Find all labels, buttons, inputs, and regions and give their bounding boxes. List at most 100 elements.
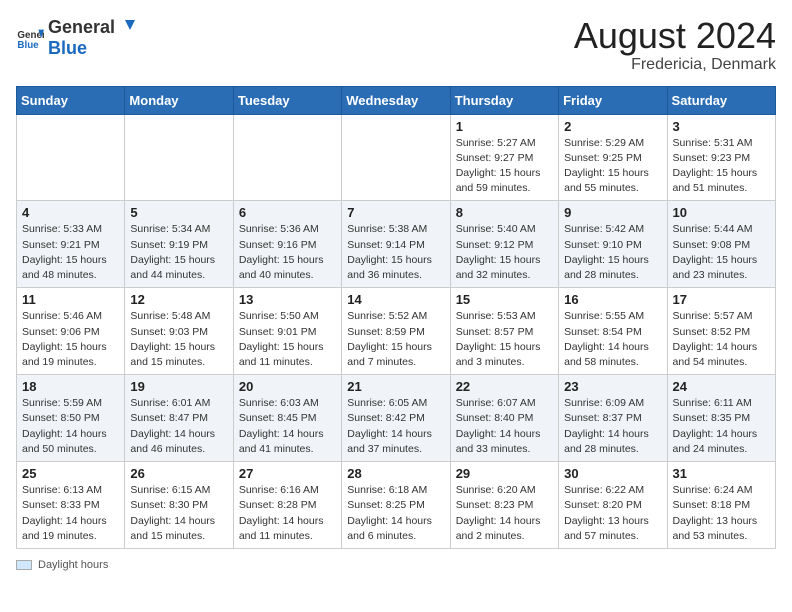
day-info: Sunrise: 5:59 AM Sunset: 8:50 PM Dayligh… <box>22 396 119 457</box>
day-info: Sunrise: 6:11 AM Sunset: 8:35 PM Dayligh… <box>673 396 770 457</box>
table-row: 2 Sunrise: 5:29 AM Sunset: 9:25 PM Daylig… <box>559 114 667 201</box>
day-info: Sunrise: 5:33 AM Sunset: 9:21 PM Dayligh… <box>22 222 119 283</box>
day-number: 2 <box>564 119 661 134</box>
table-row: 20 Sunrise: 6:03 AM Sunset: 8:45 PM Dayli… <box>233 375 341 462</box>
legend-box <box>16 560 32 570</box>
day-number: 31 <box>673 466 770 481</box>
col-monday: Monday <box>125 86 233 114</box>
footer: Daylight hours <box>16 559 776 571</box>
calendar-week-row: 18 Sunrise: 5:59 AM Sunset: 8:50 PM Dayli… <box>17 375 776 462</box>
page-title: August 2024 <box>574 16 776 56</box>
page-header: General Blue General Blue August 2024 Fr… <box>16 16 776 74</box>
calendar-week-row: 25 Sunrise: 6:13 AM Sunset: 8:33 PM Dayli… <box>17 462 776 549</box>
day-info: Sunrise: 5:27 AM Sunset: 9:27 PM Dayligh… <box>456 136 553 197</box>
calendar-week-row: 4 Sunrise: 5:33 AM Sunset: 9:21 PM Daylig… <box>17 201 776 288</box>
day-number: 4 <box>22 205 119 220</box>
table-row <box>17 114 125 201</box>
calendar-week-row: 1Sunrise: 5:27 AM Sunset: 9:27 PM Daylig… <box>17 114 776 201</box>
logo-blue-text: Blue <box>48 38 87 58</box>
table-row: 6 Sunrise: 5:36 AM Sunset: 9:16 PM Daylig… <box>233 201 341 288</box>
day-number: 29 <box>456 466 553 481</box>
day-number: 5 <box>130 205 227 220</box>
table-row <box>125 114 233 201</box>
table-row: 31 Sunrise: 6:24 AM Sunset: 8:18 PM Dayli… <box>667 462 775 549</box>
day-info: Sunrise: 6:01 AM Sunset: 8:47 PM Dayligh… <box>130 396 227 457</box>
logo: General Blue General Blue <box>16 16 137 59</box>
day-info: Sunrise: 5:48 AM Sunset: 9:03 PM Dayligh… <box>130 309 227 370</box>
day-info: Sunrise: 6:16 AM Sunset: 8:28 PM Dayligh… <box>239 483 336 544</box>
day-number: 18 <box>22 379 119 394</box>
day-number: 21 <box>347 379 444 394</box>
table-row: 4 Sunrise: 5:33 AM Sunset: 9:21 PM Daylig… <box>17 201 125 288</box>
page-subtitle: Fredericia, Denmark <box>574 56 776 74</box>
day-info: Sunrise: 6:05 AM Sunset: 8:42 PM Dayligh… <box>347 396 444 457</box>
table-row: 13 Sunrise: 5:50 AM Sunset: 9:01 PM Dayli… <box>233 288 341 375</box>
table-row: 22Sunrise: 6:07 AM Sunset: 8:40 PM Dayli… <box>450 375 558 462</box>
table-row: 28Sunrise: 6:18 AM Sunset: 8:25 PM Dayli… <box>342 462 450 549</box>
col-friday: Friday <box>559 86 667 114</box>
table-row: 14 Sunrise: 5:52 AM Sunset: 8:59 PM Dayli… <box>342 288 450 375</box>
day-number: 7 <box>347 205 444 220</box>
day-number: 14 <box>347 292 444 307</box>
day-info: Sunrise: 6:07 AM Sunset: 8:40 PM Dayligh… <box>456 396 553 457</box>
calendar-table: Sunday Monday Tuesday Wednesday Thursday… <box>16 86 776 549</box>
day-info: Sunrise: 5:52 AM Sunset: 8:59 PM Dayligh… <box>347 309 444 370</box>
table-row: 29 Sunrise: 6:20 AM Sunset: 8:23 PM Dayli… <box>450 462 558 549</box>
day-info: Sunrise: 6:24 AM Sunset: 8:18 PM Dayligh… <box>673 483 770 544</box>
day-info: Sunrise: 6:15 AM Sunset: 8:30 PM Dayligh… <box>130 483 227 544</box>
table-row: 10Sunrise: 5:44 AM Sunset: 9:08 PM Dayli… <box>667 201 775 288</box>
day-info: Sunrise: 5:53 AM Sunset: 8:57 PM Dayligh… <box>456 309 553 370</box>
day-number: 27 <box>239 466 336 481</box>
table-row: 18 Sunrise: 5:59 AM Sunset: 8:50 PM Dayli… <box>17 375 125 462</box>
day-number: 6 <box>239 205 336 220</box>
table-row: 11Sunrise: 5:46 AM Sunset: 9:06 PM Dayli… <box>17 288 125 375</box>
table-row: 25 Sunrise: 6:13 AM Sunset: 8:33 PM Dayli… <box>17 462 125 549</box>
table-row: 15Sunrise: 5:53 AM Sunset: 8:57 PM Dayli… <box>450 288 558 375</box>
calendar-header-row: Sunday Monday Tuesday Wednesday Thursday… <box>17 86 776 114</box>
day-number: 13 <box>239 292 336 307</box>
day-info: Sunrise: 5:55 AM Sunset: 8:54 PM Dayligh… <box>564 309 661 370</box>
day-info: Sunrise: 5:34 AM Sunset: 9:19 PM Dayligh… <box>130 222 227 283</box>
day-number: 3 <box>673 119 770 134</box>
table-row: 23Sunrise: 6:09 AM Sunset: 8:37 PM Dayli… <box>559 375 667 462</box>
day-info: Sunrise: 6:13 AM Sunset: 8:33 PM Dayligh… <box>22 483 119 544</box>
calendar-week-row: 11Sunrise: 5:46 AM Sunset: 9:06 PM Dayli… <box>17 288 776 375</box>
day-info: Sunrise: 6:03 AM Sunset: 8:45 PM Dayligh… <box>239 396 336 457</box>
day-number: 24 <box>673 379 770 394</box>
col-thursday: Thursday <box>450 86 558 114</box>
table-row: 17Sunrise: 5:57 AM Sunset: 8:52 PM Dayli… <box>667 288 775 375</box>
day-number: 10 <box>673 205 770 220</box>
table-row: 8 Sunrise: 5:40 AM Sunset: 9:12 PM Daylig… <box>450 201 558 288</box>
day-info: Sunrise: 5:50 AM Sunset: 9:01 PM Dayligh… <box>239 309 336 370</box>
day-info: Sunrise: 5:36 AM Sunset: 9:16 PM Dayligh… <box>239 222 336 283</box>
table-row: 3Sunrise: 5:31 AM Sunset: 9:23 PM Daylig… <box>667 114 775 201</box>
day-number: 26 <box>130 466 227 481</box>
table-row: 30 Sunrise: 6:22 AM Sunset: 8:20 PM Dayli… <box>559 462 667 549</box>
logo-wave-icon <box>115 16 137 38</box>
col-tuesday: Tuesday <box>233 86 341 114</box>
table-row <box>233 114 341 201</box>
day-info: Sunrise: 5:38 AM Sunset: 9:14 PM Dayligh… <box>347 222 444 283</box>
day-number: 28 <box>347 466 444 481</box>
day-number: 20 <box>239 379 336 394</box>
day-number: 11 <box>22 292 119 307</box>
title-block: August 2024 Fredericia, Denmark <box>574 16 776 74</box>
day-number: 30 <box>564 466 661 481</box>
day-number: 17 <box>673 292 770 307</box>
svg-text:Blue: Blue <box>17 39 39 50</box>
table-row: 9Sunrise: 5:42 AM Sunset: 9:10 PM Daylig… <box>559 201 667 288</box>
day-info: Sunrise: 6:20 AM Sunset: 8:23 PM Dayligh… <box>456 483 553 544</box>
day-number: 16 <box>564 292 661 307</box>
table-row: 1Sunrise: 5:27 AM Sunset: 9:27 PM Daylig… <box>450 114 558 201</box>
day-number: 12 <box>130 292 227 307</box>
day-info: Sunrise: 6:22 AM Sunset: 8:20 PM Dayligh… <box>564 483 661 544</box>
day-info: Sunrise: 5:40 AM Sunset: 9:12 PM Dayligh… <box>456 222 553 283</box>
day-number: 8 <box>456 205 553 220</box>
col-saturday: Saturday <box>667 86 775 114</box>
day-info: Sunrise: 5:29 AM Sunset: 9:25 PM Dayligh… <box>564 136 661 197</box>
day-info: Sunrise: 6:09 AM Sunset: 8:37 PM Dayligh… <box>564 396 661 457</box>
table-row: 27 Sunrise: 6:16 AM Sunset: 8:28 PM Dayli… <box>233 462 341 549</box>
day-number: 25 <box>22 466 119 481</box>
logo-icon: General Blue <box>16 24 44 52</box>
day-info: Sunrise: 5:42 AM Sunset: 9:10 PM Dayligh… <box>564 222 661 283</box>
